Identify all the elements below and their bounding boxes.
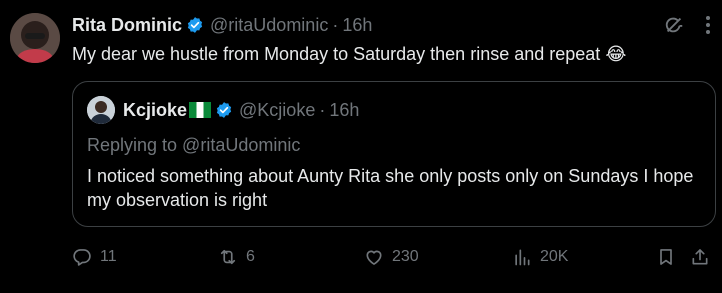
repost-button[interactable]: 6 bbox=[218, 244, 255, 270]
nigeria-flag-icon bbox=[189, 102, 212, 118]
bookmark-button[interactable] bbox=[656, 244, 676, 270]
like-count: 230 bbox=[392, 248, 419, 265]
share-button[interactable] bbox=[690, 244, 710, 270]
repost-icon bbox=[220, 249, 236, 265]
verified-badge-icon bbox=[187, 17, 203, 33]
quoted-author-avatar[interactable] bbox=[87, 96, 115, 124]
quoted-tweet-header: Kcjioke @Kcjioke · 16h bbox=[123, 98, 359, 122]
quoted-author-name[interactable]: Kcjioke bbox=[123, 100, 187, 121]
repost-count: 6 bbox=[246, 248, 255, 265]
quoted-tweet-timestamp[interactable]: 16h bbox=[329, 100, 359, 121]
verified-badge-icon bbox=[216, 102, 232, 118]
author-handle[interactable]: @ritaUdominic bbox=[210, 15, 328, 36]
views-button[interactable]: 20K bbox=[512, 244, 568, 270]
joy-emoji: 😂 bbox=[605, 44, 627, 64]
grok-icon[interactable] bbox=[663, 14, 685, 36]
bookmark-icon bbox=[660, 249, 672, 265]
tweet-text: My dear we hustle from Monday to Saturda… bbox=[72, 42, 626, 66]
more-icon[interactable] bbox=[698, 14, 718, 36]
replying-to-label: Replying to @ritaUdominic bbox=[87, 135, 301, 155]
tweet-timestamp[interactable]: 16h bbox=[342, 15, 372, 36]
views-count: 20K bbox=[540, 248, 569, 265]
author-avatar-image bbox=[10, 13, 60, 63]
reply-button[interactable]: 11 bbox=[72, 244, 117, 270]
author-avatar[interactable] bbox=[10, 13, 60, 63]
separator-dot: · bbox=[319, 99, 326, 120]
tweet-text-body: My dear we hustle from Monday to Saturda… bbox=[72, 44, 601, 64]
author-name[interactable]: Rita Dominic bbox=[72, 15, 182, 36]
reply-icon bbox=[73, 249, 91, 266]
reply-count: 11 bbox=[100, 248, 117, 265]
tweet-actions: 11 6 230 20K bbox=[72, 244, 712, 270]
like-button[interactable]: 230 bbox=[364, 244, 419, 270]
tweet-header: Rita Dominic @ritaUdominic · 16h bbox=[72, 13, 372, 37]
quoted-author-avatar-image bbox=[87, 96, 115, 124]
like-icon bbox=[366, 250, 382, 265]
quoted-tweet[interactable]: Kcjioke @Kcjioke · 16h Replying to @rita… bbox=[72, 81, 716, 227]
quoted-tweet-text: I noticed something about Aunty Rita she… bbox=[87, 166, 694, 210]
share-icon bbox=[692, 249, 708, 265]
quoted-author-handle[interactable]: @Kcjioke bbox=[239, 100, 315, 121]
views-icon bbox=[515, 249, 530, 266]
separator-dot: · bbox=[332, 14, 339, 35]
